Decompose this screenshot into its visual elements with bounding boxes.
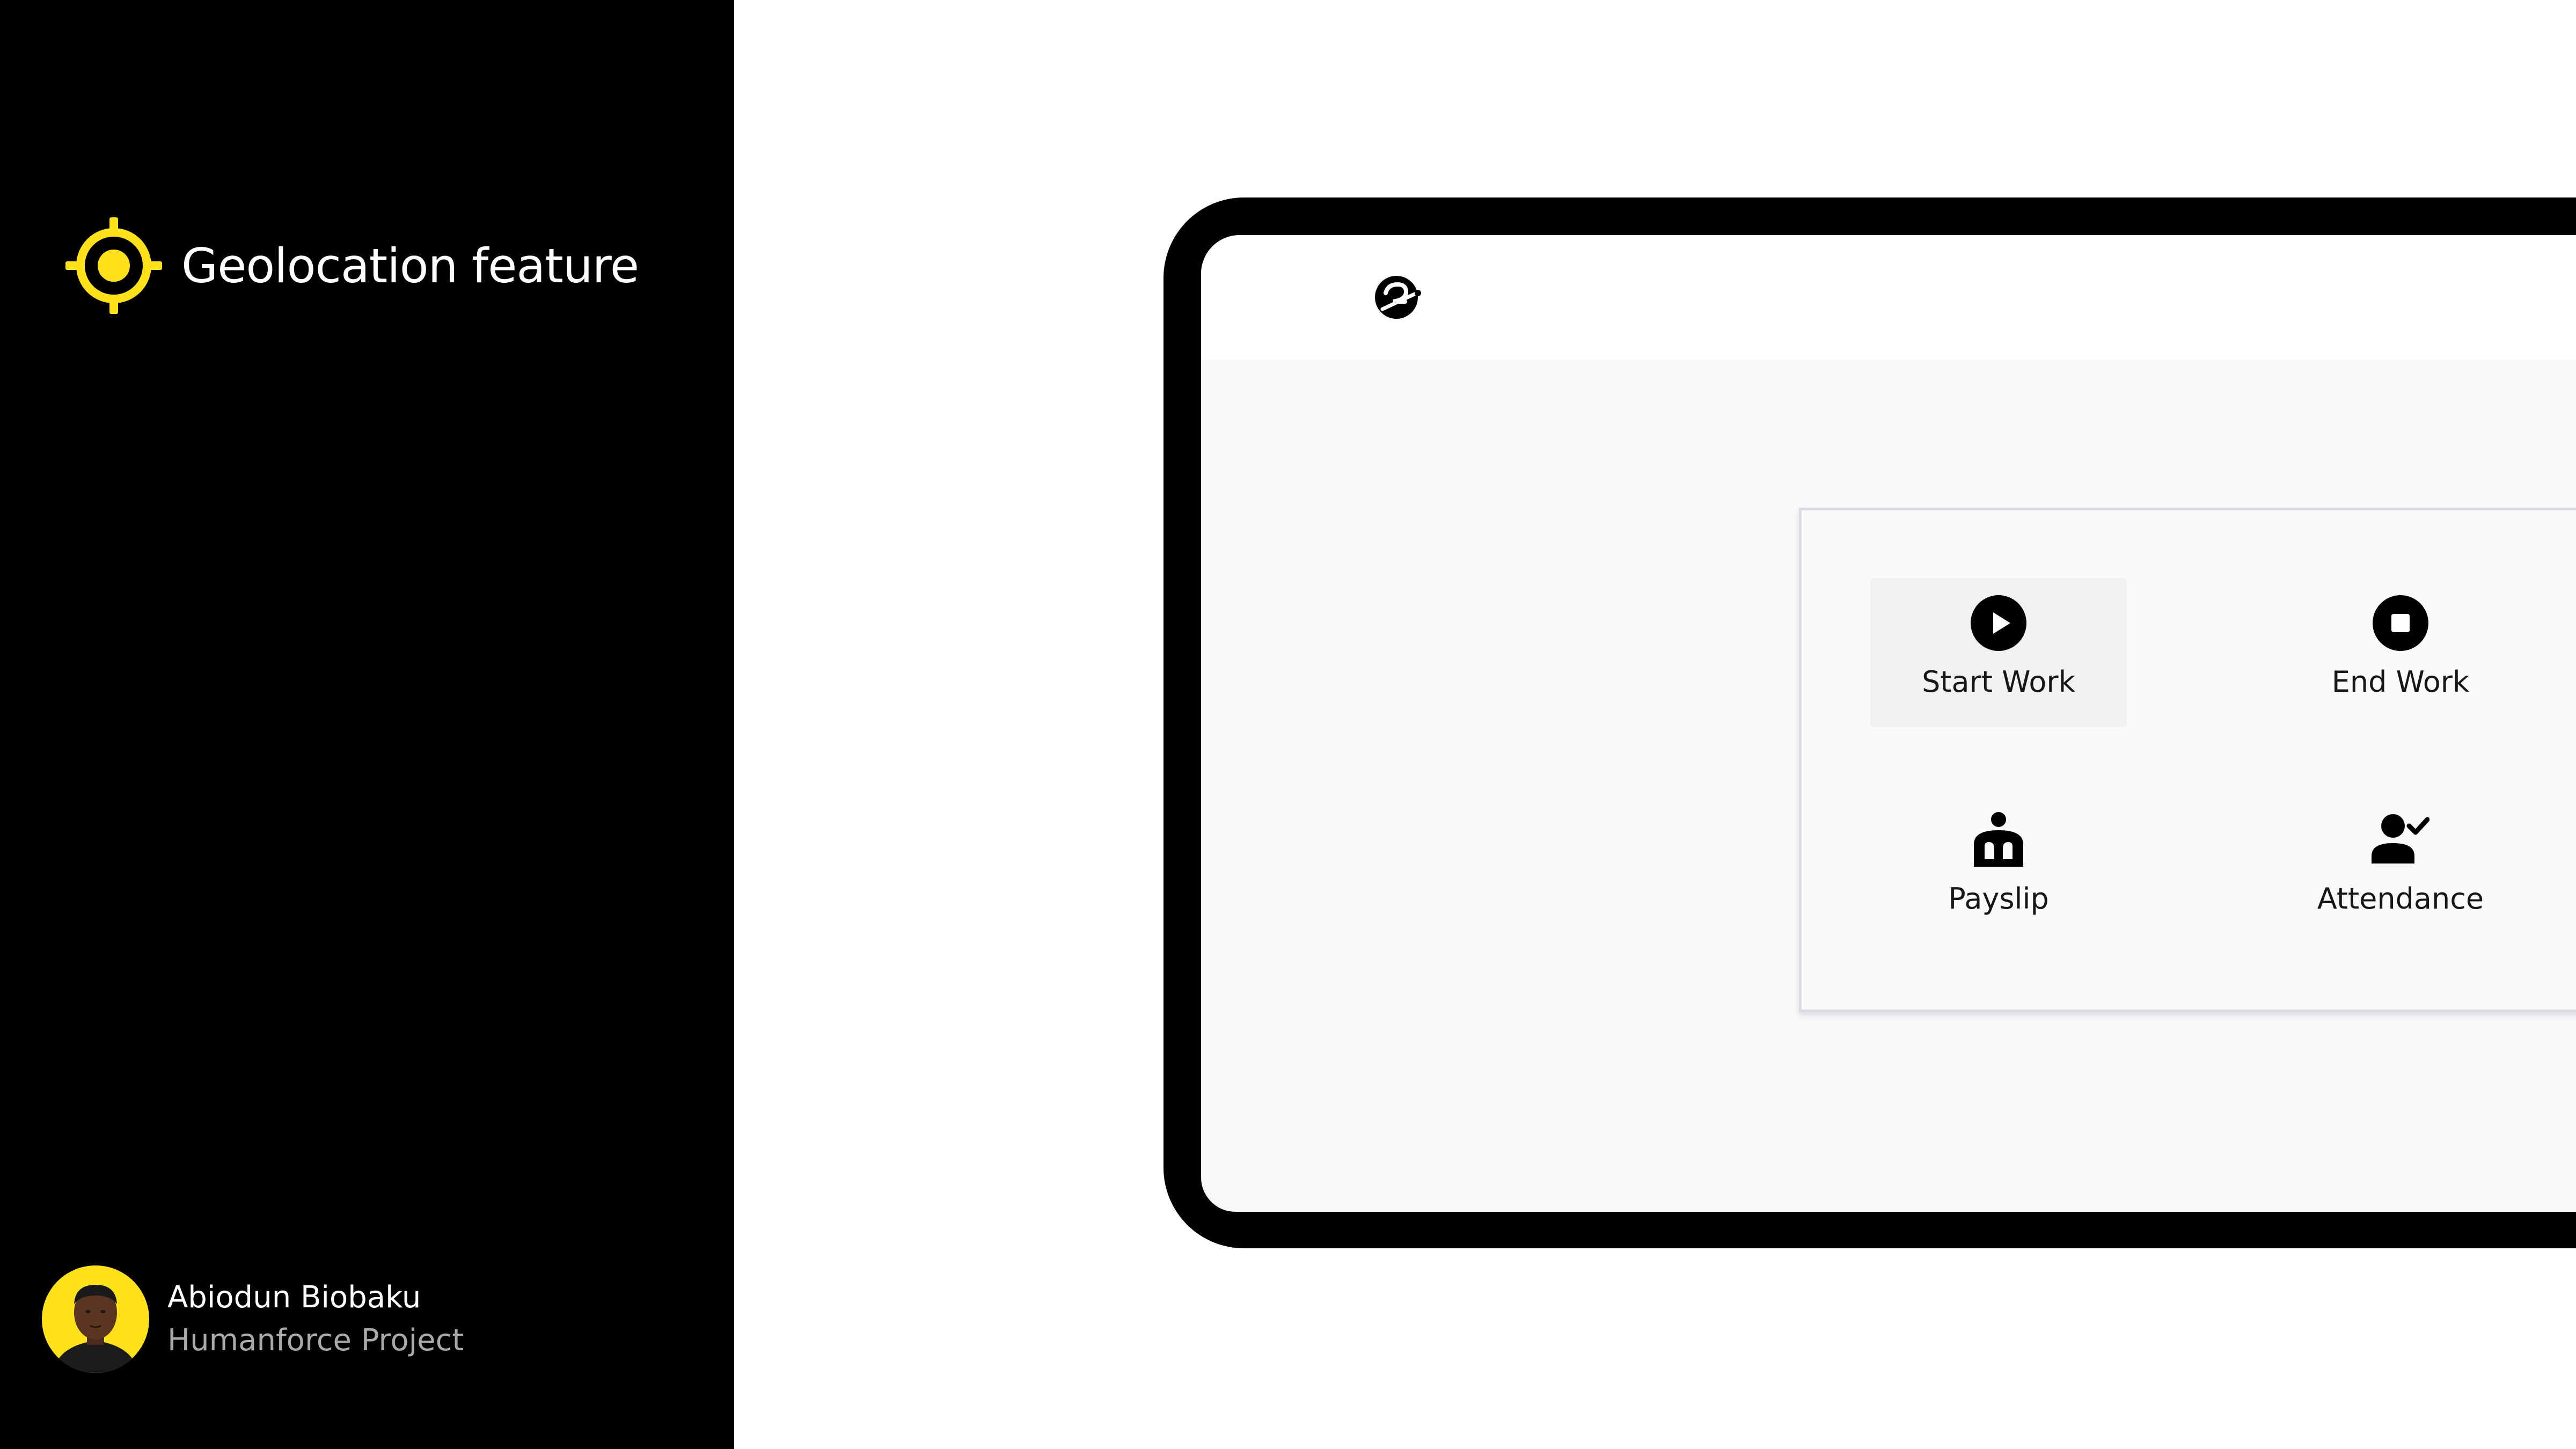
app-screen: Start Work End Work Payslip Attendance [1201, 235, 2576, 1212]
author-card: Abiodun Biobaku Humanforce Project [42, 1265, 464, 1373]
feature-title: Geolocation feature [181, 238, 639, 294]
avatar-portrait [53, 1285, 138, 1373]
payslip-label: Payslip [1948, 882, 2049, 916]
location-target-icon [65, 217, 162, 314]
feature-heading: Geolocation feature [65, 217, 639, 314]
avatar [42, 1265, 149, 1373]
person-check-icon [2372, 814, 2429, 863]
payslip-button[interactable]: Payslip [1870, 795, 2127, 944]
attendance-button[interactable]: Attendance [2272, 795, 2529, 944]
quick-actions-card: Start Work End Work Payslip Attendance [1799, 508, 2576, 1012]
payslip-person-icon [1974, 812, 2023, 867]
left-panel: Geolocation feature Abiodun Biobaku Huma… [0, 0, 734, 1449]
end-work-button[interactable]: End Work [2272, 578, 2529, 727]
attendance-label: Attendance [2317, 882, 2484, 916]
start-work-button[interactable]: Start Work [1870, 578, 2127, 727]
author-project: Humanforce Project [167, 1323, 464, 1358]
author-name: Abiodun Biobaku [167, 1280, 421, 1315]
end-work-label: End Work [2331, 665, 2470, 699]
stop-circle-icon [2373, 595, 2428, 651]
app-logo-icon[interactable] [1372, 272, 1423, 323]
play-circle-icon [1971, 595, 2026, 651]
app-header [1201, 235, 2576, 360]
author-text: Abiodun Biobaku Humanforce Project [167, 1276, 464, 1362]
start-work-label: Start Work [1922, 665, 2075, 699]
